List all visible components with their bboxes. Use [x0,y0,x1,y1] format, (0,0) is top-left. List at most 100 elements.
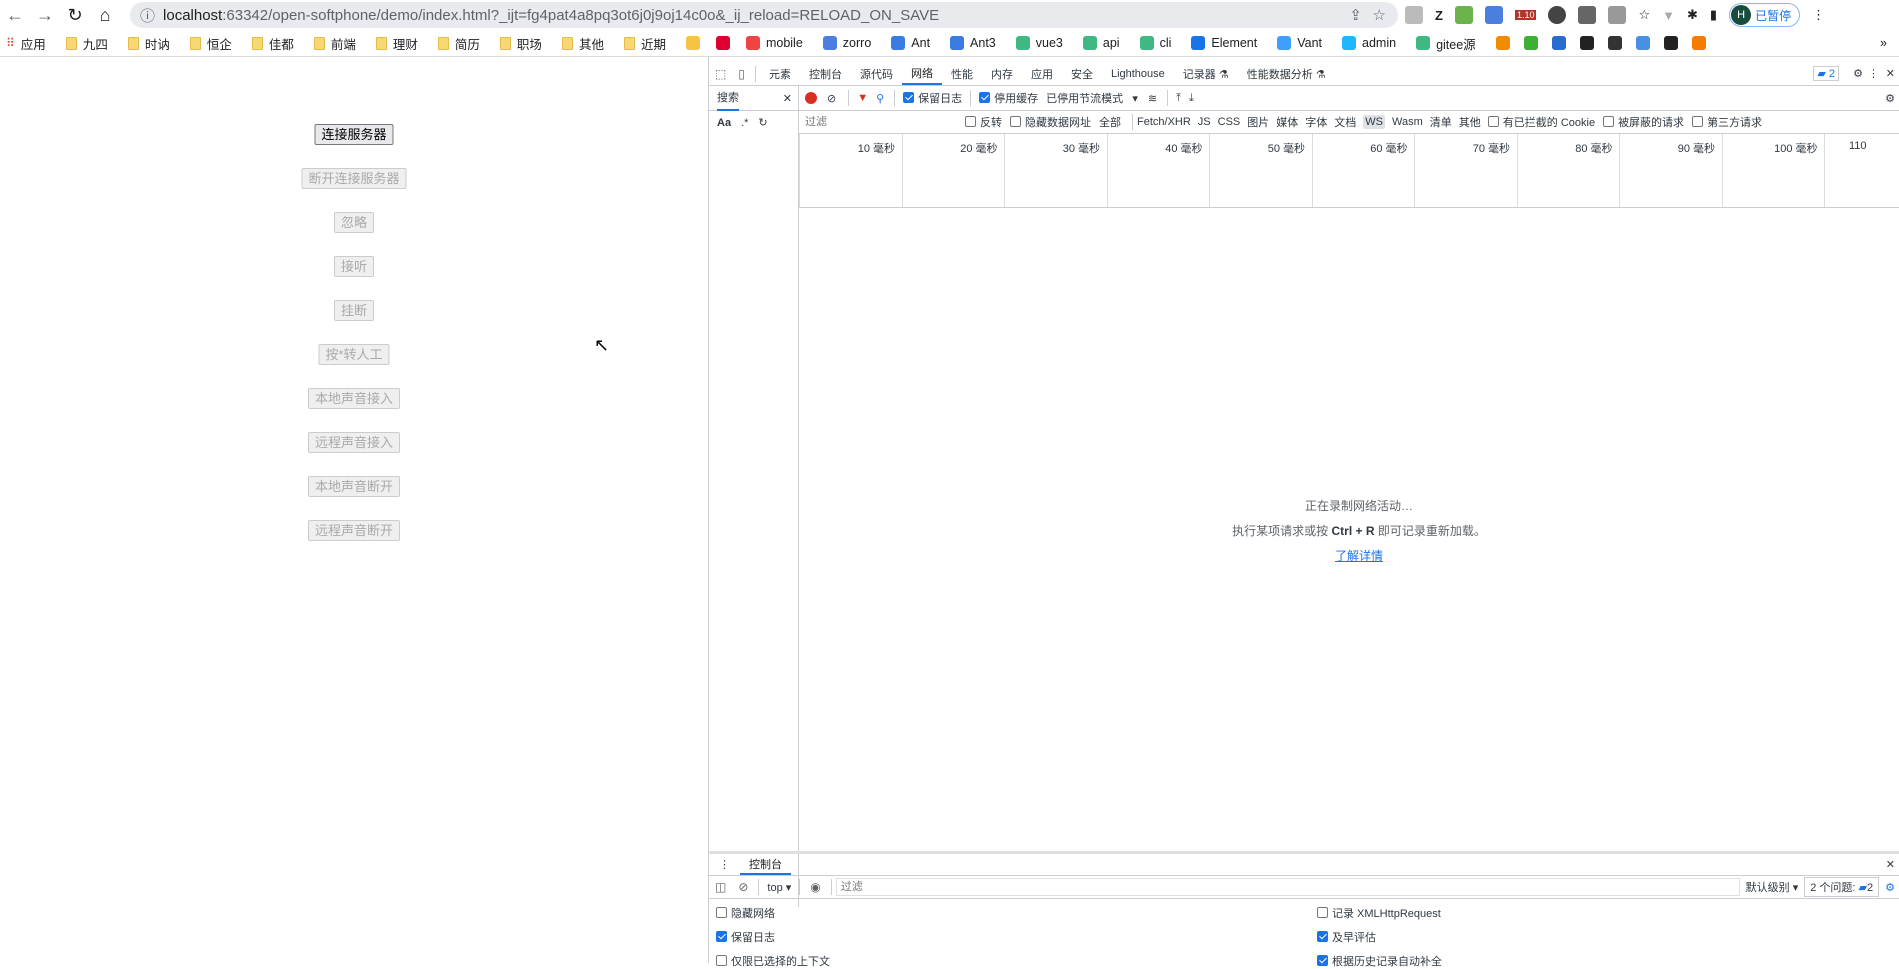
bookmark-element[interactable]: Element [1191,36,1257,50]
extension-z-icon[interactable]: Z [1435,8,1443,23]
console-settings-icon[interactable]: ⚙ [1885,881,1899,894]
page-button-5[interactable]: 按*转人工 [318,344,390,365]
address-bar[interactable]: ⓘ localhost:63342/open-softphone/demo/in… [130,2,1398,28]
throttle-select[interactable]: 已停用节流模式 ▾ [1046,90,1138,106]
bookmark-3[interactable]: 恒企 [189,34,232,53]
bookmark-api[interactable]: api [1082,36,1120,50]
extension-icon[interactable] [1405,6,1423,24]
context-select[interactable]: top ▾ [763,881,795,894]
blocked-requests-checkbox[interactable]: 被屏蔽的请求 [1603,114,1684,130]
inspect-icon[interactable]: ⬚ [709,67,732,81]
regex-icon[interactable]: .* [741,117,748,129]
network-filter-input[interactable] [805,116,960,128]
more-icon[interactable]: ⋮ [1868,67,1879,80]
network-settings-icon[interactable]: ⚙ [1885,92,1895,105]
console-option-right-0[interactable]: 记录 XMLHttpRequest [1317,905,1441,921]
bookmark-4[interactable]: 佳都 [251,34,294,53]
profile-button[interactable]: H 已暂停 [1729,3,1801,27]
bookmark-10[interactable]: 近期 [623,34,666,53]
home-icon[interactable]: ⌂ [90,5,120,26]
console-option-right-1[interactable]: 及早评估 [1317,929,1376,945]
close-search-icon[interactable]: ✕ [783,92,792,105]
sidebar-toggle-icon[interactable]: ◫ [709,880,732,894]
page-button-7[interactable]: 远程声音接入 [307,432,401,453]
bookmark-ant[interactable]: Ant [891,36,930,50]
disable-cache-checkbox[interactable]: 停用缓存 [979,90,1038,106]
page-button-9[interactable]: 远程声音断开 [307,520,401,541]
clear-icon[interactable]: ⊘ [827,92,836,105]
type-filter-其他[interactable]: 其他 [1459,114,1481,130]
more-bookmarks-icon[interactable]: » [1880,36,1887,50]
bookmark-mobile[interactable]: mobile [745,36,803,50]
search-icon[interactable]: ⚲ [876,92,884,105]
forward-icon[interactable]: → [30,5,60,26]
devtools-tab-8[interactable]: Lighthouse [1102,62,1174,85]
bookmark-favicon-icon[interactable] [1551,36,1566,50]
bookmark-favicon-icon[interactable] [1523,36,1538,50]
third-party-checkbox[interactable]: 第三方请求 [1692,114,1762,130]
bookmark-admin[interactable]: admin [1342,36,1396,50]
bookmark-ant3[interactable]: Ant3 [950,36,996,50]
match-case-icon[interactable]: Aa [717,117,731,129]
devtools-tab-9[interactable]: 记录器 ⚗ [1174,62,1238,85]
console-option-right-2[interactable]: 根据历史记录自动补全 [1317,953,1442,969]
bookmark-5[interactable]: 前端 [313,34,356,53]
type-filter-css[interactable]: CSS [1218,116,1241,128]
bookmark-7[interactable]: 简历 [437,34,480,53]
device-toolbar-icon[interactable]: ▯ [732,67,751,81]
type-filter-wasm[interactable]: Wasm [1392,116,1423,128]
bookmark-1[interactable]: 九四 [65,34,108,53]
bookmark-favicon-icon[interactable] [1635,36,1650,50]
console-option-left-2[interactable]: 仅限已选择的上下文 [716,953,830,969]
export-har-icon[interactable]: ⤓ [1189,92,1194,105]
issues-badge[interactable]: ▰ 2 [1813,66,1839,81]
import-har-icon[interactable]: ⤒ [1176,92,1181,105]
invert-checkbox[interactable]: 反转 [965,114,1002,130]
type-filter-fetch-xhr[interactable]: Fetch/XHR [1137,116,1191,128]
type-filter-ws[interactable]: WS [1363,115,1385,129]
extension-badge[interactable]: 1.10 [1514,10,1537,20]
page-button-6[interactable]: 本地声音接入 [307,388,401,409]
devtools-tab-7[interactable]: 安全 [1062,62,1102,85]
extension-star-icon[interactable]: ☆ [1638,7,1650,23]
type-filter-js[interactable]: JS [1198,116,1211,128]
bookmark-8[interactable]: 职场 [499,34,542,53]
bookmark-favicon-icon[interactable] [1579,36,1594,50]
bookmark-gitee源[interactable]: gitee源 [1416,34,1476,53]
page-button-4[interactable]: 挂断 [333,300,375,321]
bookmark-2[interactable]: 时讷 [127,34,170,53]
bookmark-zorro[interactable]: zorro [822,36,871,50]
page-button-0[interactable]: 连接服务器 [314,124,394,145]
bookmark-9[interactable]: 其他 [561,34,604,53]
hide-data-urls-checkbox[interactable]: 隐藏数据网址 [1010,114,1091,130]
console-option-left-0[interactable]: 隐藏网络 [716,905,775,921]
share-icon[interactable]: ⇪ [1349,6,1362,24]
refresh-search-icon[interactable]: ↻ [758,116,767,129]
preserve-log-checkbox[interactable]: 保留日志 [903,90,962,106]
extension-jh-icon[interactable] [1484,6,1503,24]
bookmark-vant[interactable]: Vant [1277,36,1322,50]
type-filter-文档[interactable]: 文档 [1334,114,1356,130]
devtools-tab-4[interactable]: 性能 [942,62,982,85]
bookmark-cli[interactable]: cli [1139,36,1171,50]
devtools-tab-0[interactable]: 元素 [760,62,800,85]
bookmark-favicon-icon[interactable] [1607,36,1622,50]
devtools-tab-6[interactable]: 应用 [1022,62,1062,85]
type-filter-清单[interactable]: 清单 [1430,114,1452,130]
menu-icon[interactable]: ⋮ [1812,7,1825,23]
network-conditions-icon[interactable]: ≋ [1148,92,1157,105]
extension-icon[interactable] [1548,6,1567,24]
close-icon[interactable]: ✕ [1886,67,1895,80]
devtools-tab-2[interactable]: 源代码 [851,62,902,85]
filter-icon[interactable]: ▼ [857,92,868,104]
info-icon[interactable]: ⓘ [140,5,155,26]
console-option-left-1[interactable]: 保留日志 [716,929,775,945]
record-icon[interactable] [805,92,817,104]
star-icon[interactable]: ☆ [1373,6,1386,24]
type-filter-字体[interactable]: 字体 [1305,114,1327,130]
bookmark-6[interactable]: 理财 [375,34,418,53]
puzzle-icon[interactable]: ✱ [1687,7,1698,23]
settings-icon[interactable]: ⚙ [1853,67,1863,80]
type-filter-图片[interactable]: 图片 [1247,114,1269,130]
search-tab[interactable]: 搜索 [717,85,739,111]
